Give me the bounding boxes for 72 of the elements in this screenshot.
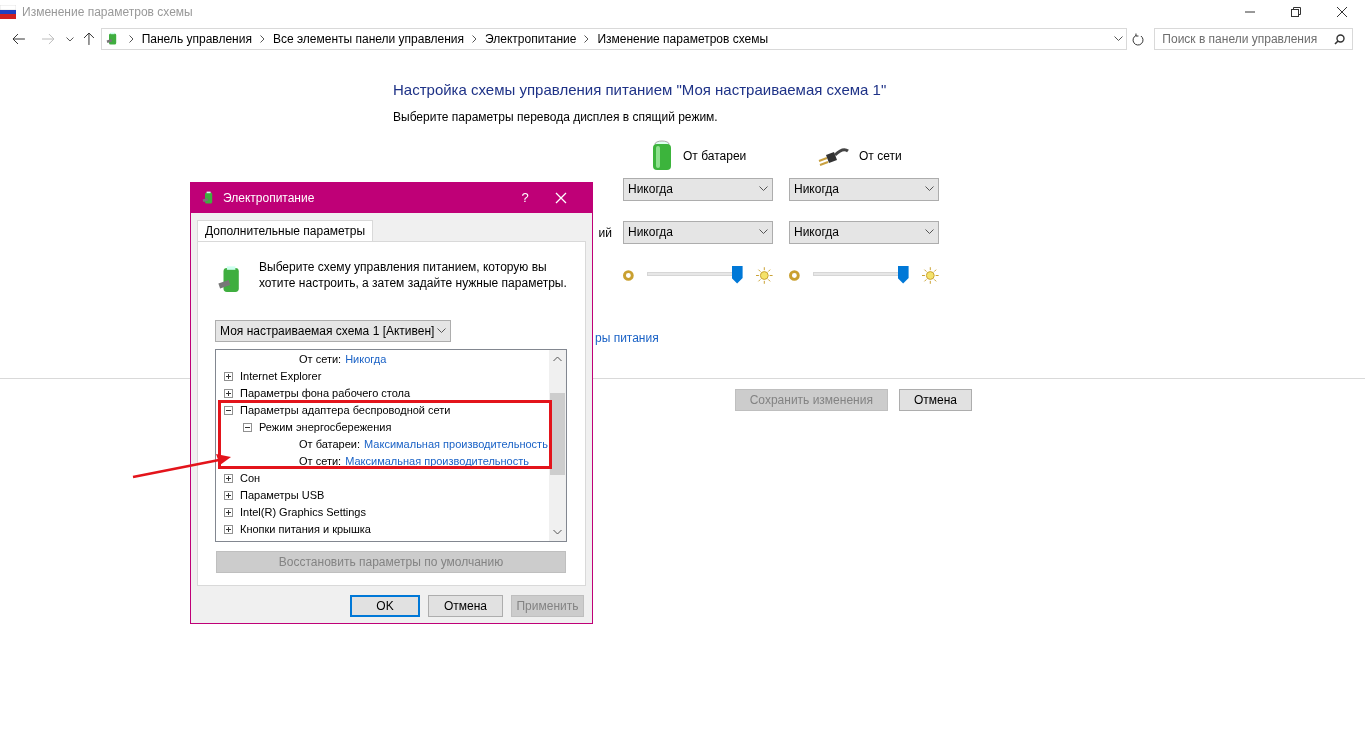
dialog-button[interactable]: Отмена bbox=[428, 595, 503, 617]
help-button[interactable]: ? bbox=[510, 183, 540, 213]
maximize-icon[interactable] bbox=[1291, 7, 1301, 17]
dropdown[interactable]: Никогда bbox=[623, 177, 773, 201]
slider-thumb[interactable] bbox=[731, 265, 743, 284]
setting-value-link[interactable]: Никогда bbox=[345, 351, 387, 368]
tree-item[interactable]: Режим энергосбережения bbox=[259, 419, 392, 436]
tree-item[interactable]: Кнопки питания и крышка bbox=[240, 521, 371, 538]
minus-icon[interactable] bbox=[243, 423, 252, 432]
setting-label: ий bbox=[598, 224, 612, 242]
chevron-icon[interactable] bbox=[65, 36, 74, 42]
tree-item[interactable]: Параметры адаптера беспроводной сети bbox=[240, 402, 451, 419]
breadcrumb[interactable]: Изменение параметров схемы bbox=[597, 30, 769, 48]
search-icon bbox=[1334, 33, 1346, 45]
dim-icon bbox=[789, 270, 800, 281]
tree-item[interactable]: Параметры фона рабочего стола bbox=[240, 385, 411, 402]
page-subheading: Выберите параметры перевода дисплея в спящий режим. bbox=[393, 108, 719, 126]
plus-icon[interactable] bbox=[224, 525, 233, 534]
dim-icon bbox=[623, 270, 634, 281]
separator-chevron-icon[interactable] bbox=[472, 35, 478, 43]
chevron-icon bbox=[925, 186, 934, 192]
sun-icon bbox=[922, 267, 939, 284]
chevron-icon bbox=[437, 328, 446, 334]
breadcrumb[interactable]: Панель управления bbox=[141, 30, 252, 48]
separator-chevron-icon[interactable] bbox=[128, 35, 134, 43]
slider-thumb[interactable] bbox=[897, 265, 909, 284]
setting-value-link[interactable]: Максимальная производительность bbox=[364, 436, 548, 453]
dialog-title: Электропитание bbox=[223, 190, 316, 207]
cancel-button[interactable]: Отмена bbox=[898, 389, 972, 411]
refresh-icon[interactable] bbox=[1132, 32, 1145, 46]
power-settings-link[interactable]: ры питания bbox=[595, 330, 659, 345]
back-arrow-icon[interactable] bbox=[12, 33, 26, 45]
dialog-button[interactable]: OK bbox=[350, 595, 420, 617]
tab[interactable]: Дополнительные параметры bbox=[197, 220, 374, 242]
separator-chevron-icon[interactable] bbox=[584, 35, 590, 43]
scrollbar[interactable] bbox=[549, 350, 566, 541]
page-heading: Настройка схемы управления питанием "Моя настраиваемая схема 1" bbox=[393, 80, 888, 100]
address-bar[interactable]: Панель управления Все элементы панели управления Электропитание Изменение параметров схемы bbox=[100, 28, 1128, 50]
dropdown[interactable]: Никогда bbox=[623, 220, 773, 244]
tree-item[interactable]: Сон bbox=[240, 470, 261, 487]
breadcrumb[interactable]: Все элементы панели управления bbox=[272, 30, 465, 48]
chevron-icon[interactable] bbox=[1114, 36, 1124, 42]
close-icon[interactable] bbox=[1337, 7, 1347, 17]
chevron-icon bbox=[759, 229, 768, 235]
dropdown[interactable]: Никогда bbox=[789, 177, 939, 201]
dropdown[interactable]: Никогда bbox=[789, 220, 939, 244]
sun-icon bbox=[756, 267, 773, 284]
plus-icon[interactable] bbox=[224, 491, 233, 500]
tree-item[interactable]: От батареи: bbox=[299, 436, 361, 453]
search-field[interactable]: Поиск в панели управления bbox=[1154, 28, 1354, 50]
plus-icon[interactable] bbox=[224, 508, 233, 517]
battery-icon bbox=[651, 139, 673, 172]
up-arrow-icon[interactable] bbox=[82, 32, 95, 46]
setting-value-link[interactable]: Максимальная производительность bbox=[345, 453, 529, 470]
intro-text: Выберите схему управления питанием, которую вы хотите настроить, а затем задайте нужные параметры. bbox=[259, 259, 568, 291]
plus-icon[interactable] bbox=[224, 372, 233, 381]
column-header: От сети bbox=[859, 147, 902, 165]
breadcrumb[interactable]: Электропитание bbox=[485, 30, 577, 48]
chevron-icon bbox=[925, 229, 934, 235]
window-title: Изменение параметров схемы bbox=[22, 4, 193, 21]
tree-item[interactable]: Параметры USB bbox=[240, 487, 325, 504]
separator-chevron-icon[interactable] bbox=[259, 35, 265, 43]
tree-item[interactable]: От сети: bbox=[299, 351, 342, 368]
tree-item[interactable]: Internet Explorer bbox=[240, 368, 322, 385]
minus-icon[interactable] bbox=[224, 406, 233, 415]
plus-icon[interactable] bbox=[224, 474, 233, 483]
tree-item[interactable]: Intel(R) Graphics Settings bbox=[240, 504, 366, 521]
scheme-dropdown[interactable]: Моя настраиваемая схема 1 [Активен] bbox=[215, 320, 451, 342]
column-header: От батареи bbox=[683, 147, 747, 165]
plus-icon[interactable] bbox=[224, 389, 233, 398]
chevron-icon bbox=[759, 186, 768, 192]
tree-item[interactable]: От сети: bbox=[299, 453, 342, 470]
